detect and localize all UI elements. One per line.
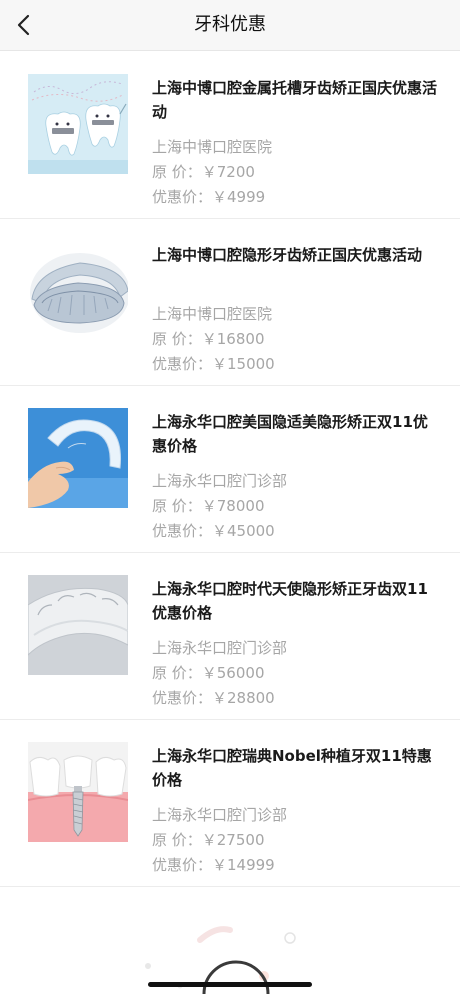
- dental-implant-image: [28, 742, 128, 842]
- deal-title: 上海永华口腔瑞典Nobel种植牙双11特惠价格: [152, 747, 432, 789]
- clinic-name: 上海永华口腔门诊部: [152, 472, 288, 490]
- discount-price: 优惠价：￥4999: [152, 188, 266, 206]
- braces-teeth-image: [28, 74, 128, 174]
- discount-price: 优惠价：￥15000: [152, 355, 275, 373]
- original-price: 原 价：￥78000: [152, 497, 265, 515]
- discount-price: 优惠价：￥14999: [152, 856, 275, 874]
- clear-aligner-image: [28, 241, 128, 341]
- page-title: 牙科优惠: [194, 14, 266, 35]
- clinic-name: 上海永华口腔门诊部: [152, 639, 288, 657]
- original-price: 原 价：￥7200: [152, 163, 255, 181]
- home-indicator: [148, 982, 312, 987]
- aligner-in-hand-image: [28, 408, 128, 508]
- list-item[interactable]: 上海永华口腔瑞典Nobel种植牙双11特惠价格 上海永华口腔门诊部 原 价：￥2…: [0, 720, 460, 887]
- nav-bar: 牙科优惠: [0, 0, 460, 51]
- aligner-closeup-image: [28, 575, 128, 675]
- list-item[interactable]: 上海永华口腔美国隐适美隐形矫正双11优惠价格 上海永华口腔门诊部 原 价：￥78…: [0, 386, 460, 553]
- list-item[interactable]: 上海中博口腔金属托槽牙齿矫正国庆优惠活动 上海中博口腔医院 原 价：￥7200 …: [0, 52, 460, 219]
- clinic-name: 上海中博口腔医院: [152, 138, 273, 156]
- original-price: 原 价：￥27500: [152, 831, 265, 849]
- clinic-name: 上海永华口腔门诊部: [152, 806, 288, 824]
- deal-title: 上海永华口腔时代天使隐形矫正牙齿双11优惠价格: [152, 580, 428, 622]
- original-price: 原 价：￥16800: [152, 330, 265, 348]
- list-item[interactable]: 上海中博口腔隐形牙齿矫正国庆优惠活动 上海中博口腔医院 原 价：￥16800 优…: [0, 219, 460, 386]
- deal-title: 上海永华口腔美国隐适美隐形矫正双11优惠价格: [152, 413, 428, 455]
- clinic-name: 上海中博口腔医院: [152, 305, 273, 323]
- original-price: 原 价：￥56000: [152, 664, 265, 682]
- deal-title: 上海中博口腔金属托槽牙齿矫正国庆优惠活动: [152, 79, 438, 121]
- list-item[interactable]: 上海永华口腔时代天使隐形矫正牙齿双11优惠价格 上海永华口腔门诊部 原 价：￥5…: [0, 553, 460, 720]
- discount-price: 优惠价：￥28800: [152, 689, 275, 707]
- deal-list: 上海中博口腔金属托槽牙齿矫正国庆优惠活动 上海中博口腔医院 原 价：￥7200 …: [0, 52, 460, 887]
- deal-title: 上海中博口腔隐形牙齿矫正国庆优惠活动: [152, 246, 423, 264]
- discount-price: 优惠价：￥45000: [152, 522, 275, 540]
